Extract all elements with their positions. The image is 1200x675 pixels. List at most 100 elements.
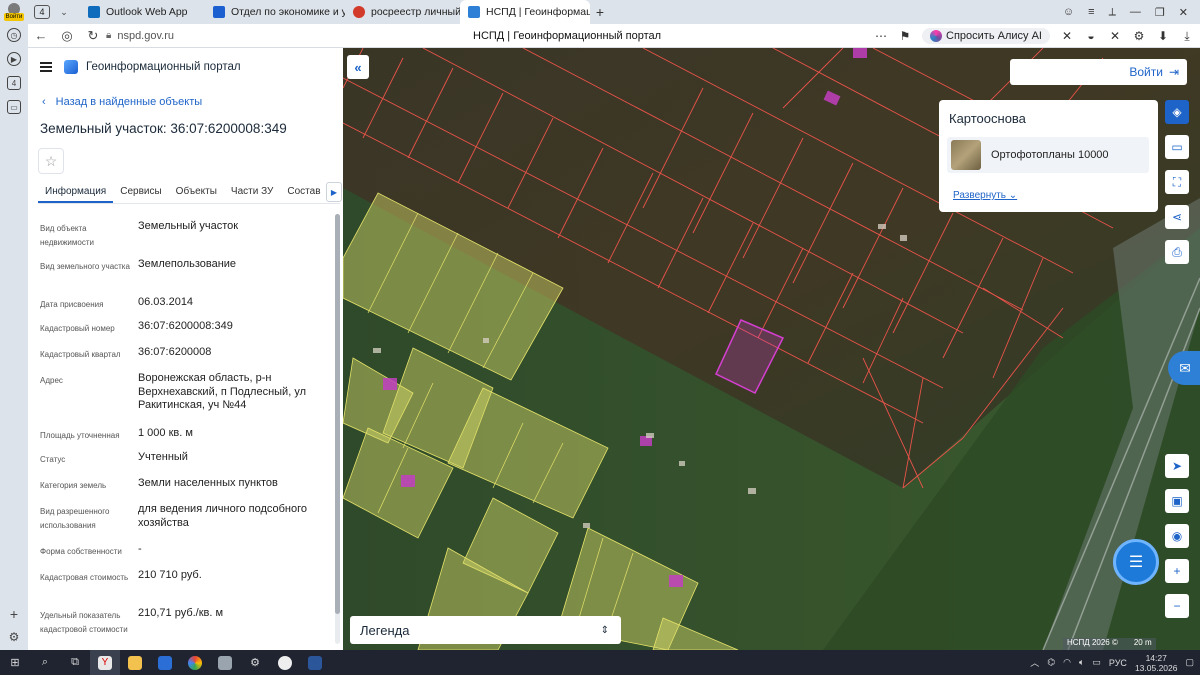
property-label: Дата присвоения bbox=[40, 300, 104, 309]
print-button[interactable]: ⎙ bbox=[1165, 240, 1189, 264]
wifi-icon[interactable]: ◠ bbox=[1063, 657, 1071, 668]
chat-widget-icon[interactable]: ✉ bbox=[1168, 351, 1200, 385]
alice-button[interactable]: Спросить Алису AI bbox=[922, 28, 1050, 44]
pin-icon[interactable]: ⟂ bbox=[1109, 6, 1116, 19]
network-icon[interactable]: ⌬ bbox=[1047, 657, 1055, 668]
portal-logo-icon bbox=[64, 60, 78, 74]
profile-label: Войти bbox=[3, 13, 25, 21]
property-row: Кадастровый квартал 36:07:6200008 bbox=[40, 346, 330, 372]
battery-icon[interactable]: ▭ bbox=[1092, 657, 1101, 668]
browser-tab[interactable]: Отдел по экономике и уп bbox=[205, 0, 345, 24]
geolocation-button[interactable]: ◉ bbox=[1165, 524, 1189, 548]
back-link[interactable]: ‹ Назад в найденные объекты bbox=[42, 96, 202, 108]
word-icon[interactable] bbox=[300, 650, 330, 675]
download-icon[interactable]: ⤓ bbox=[1180, 29, 1194, 43]
layers-tool-button[interactable]: ◈ bbox=[1165, 100, 1189, 124]
settings-icon[interactable]: ⚙ bbox=[9, 630, 20, 644]
extension-icon[interactable]: ◒ bbox=[1084, 29, 1098, 43]
collapse-panel-button[interactable]: « bbox=[347, 55, 369, 79]
chevron-right-icon[interactable]: ▶ bbox=[326, 182, 342, 202]
settings-icon[interactable]: ⚙ bbox=[240, 650, 270, 675]
browser-tab-title: Отдел по экономике и уп bbox=[231, 6, 345, 18]
expand-link[interactable]: Развернуть ⌄ bbox=[953, 190, 1017, 201]
volume-icon[interactable]: 🔈︎ bbox=[1079, 657, 1084, 668]
tab-info[interactable]: Информация bbox=[38, 182, 114, 203]
share-button[interactable]: ⋖ bbox=[1165, 205, 1189, 229]
url-field[interactable]: nspd.gov.ru bbox=[117, 30, 417, 42]
play-icon[interactable]: ▶ bbox=[7, 52, 21, 66]
minimap-button[interactable]: ▣ bbox=[1165, 489, 1189, 513]
panel-scrollbar[interactable] bbox=[335, 214, 340, 644]
more-icon[interactable]: ⋯ bbox=[874, 29, 888, 43]
basemap-option[interactable]: Ортофотопланы 10000 bbox=[947, 137, 1149, 173]
account-icon[interactable]: ☺ bbox=[1063, 6, 1074, 18]
hamburger-menu-icon[interactable] bbox=[40, 62, 52, 72]
property-value: 210,71 руб./кв. м bbox=[138, 607, 224, 619]
lock-icon[interactable]: 🔒︎ bbox=[106, 30, 111, 41]
app-icon[interactable] bbox=[270, 650, 300, 675]
browser-side-strip: ◷ ▶ 4 ▭ + ⚙ bbox=[0, 24, 28, 650]
basemap-thumbnail bbox=[951, 140, 981, 170]
windows-start-icon[interactable]: ⊞ bbox=[0, 650, 30, 675]
tab-parts[interactable]: Части ЗУ bbox=[224, 182, 280, 203]
map-view[interactable]: « Войти ⇥ Картооснова Ортофотопланы 1000… bbox=[343, 48, 1200, 650]
tab-count-badge[interactable]: 4 bbox=[34, 5, 50, 19]
property-row: Адрес Воронежская область, р-н Верхнехав… bbox=[40, 372, 330, 427]
protect-icon[interactable]: ◎ bbox=[54, 28, 80, 44]
property-row: Вид земельного участка Землепользование bbox=[40, 258, 330, 296]
notifications-icon[interactable]: ▢ bbox=[1185, 657, 1194, 668]
language-indicator[interactable]: РУС bbox=[1109, 658, 1127, 668]
locate-button[interactable]: ➤ bbox=[1165, 454, 1189, 478]
yandex-browser-icon[interactable]: Y bbox=[90, 650, 120, 675]
tab-count-side[interactable]: 4 bbox=[7, 76, 21, 90]
bookmark-icon[interactable]: ⚑ bbox=[898, 29, 912, 43]
assistant-chat-button[interactable]: ☰ bbox=[1113, 539, 1159, 585]
clock[interactable]: 14:27 13.05.2026 bbox=[1135, 653, 1178, 673]
minimize-icon[interactable]: — bbox=[1130, 6, 1141, 18]
browser-tab[interactable]: росреестр личный кабин bbox=[345, 0, 460, 24]
chevron-up-icon[interactable]: ︿ bbox=[1030, 656, 1039, 669]
app-icon[interactable] bbox=[210, 650, 240, 675]
task-view-icon[interactable]: ⧉ bbox=[60, 650, 90, 675]
zoom-out-button[interactable]: − bbox=[1165, 594, 1189, 618]
property-label: Удельный показатель кадастровой стоимост… bbox=[40, 611, 128, 634]
property-row: Площадь уточненная 1 000 кв. м bbox=[40, 427, 330, 451]
login-button[interactable]: Войти ⇥ bbox=[1010, 59, 1187, 85]
file-explorer-icon[interactable] bbox=[120, 650, 150, 675]
scrollbar-thumb[interactable] bbox=[335, 214, 340, 614]
collections-icon[interactable]: ▭ bbox=[7, 100, 21, 114]
add-icon[interactable]: + bbox=[10, 606, 18, 622]
tab-services[interactable]: Сервисы bbox=[113, 182, 168, 203]
object-info-panel: Геоинформационный портал ‹ Назад в найде… bbox=[28, 48, 343, 650]
property-row: Дата присвоения 06.03.2014 bbox=[40, 296, 330, 320]
new-tab-button[interactable]: + bbox=[590, 4, 610, 20]
extension-icon[interactable]: ⬇ bbox=[1156, 29, 1170, 43]
area-select-button[interactable]: ⛶ bbox=[1165, 170, 1189, 194]
profile-button[interactable]: Войти bbox=[0, 0, 28, 24]
close-window-icon[interactable]: ✕ bbox=[1179, 6, 1188, 19]
search-icon[interactable]: ⌕ bbox=[30, 650, 60, 675]
info-tabs: Информация Сервисы Объекты Части ЗУ Сост… bbox=[38, 182, 342, 204]
app-icon[interactable] bbox=[150, 650, 180, 675]
back-arrow-icon[interactable]: ← bbox=[28, 28, 54, 43]
chrome-icon[interactable] bbox=[180, 650, 210, 675]
clock-time: 14:27 bbox=[1145, 652, 1167, 663]
browser-tab[interactable]: Outlook Web App bbox=[80, 0, 205, 24]
property-row: Статус Учтенный bbox=[40, 451, 330, 477]
extension-icon[interactable]: ✕ bbox=[1060, 29, 1074, 43]
reload-icon[interactable]: ↻ bbox=[80, 28, 106, 44]
zoom-in-button[interactable]: + bbox=[1165, 559, 1189, 583]
history-icon[interactable]: ◷ bbox=[7, 28, 21, 42]
menu-icon[interactable]: ≡ bbox=[1088, 6, 1094, 18]
alice-icon bbox=[930, 30, 943, 42]
legend-dropdown[interactable]: Легенда ⇕ bbox=[350, 616, 621, 644]
restore-icon[interactable]: ❐ bbox=[1155, 6, 1165, 19]
tab-objects[interactable]: Объекты bbox=[169, 182, 224, 203]
browser-tab-active[interactable]: НСПД | Геоинформаци ✕ bbox=[460, 0, 590, 24]
chevron-down-icon[interactable]: ⌄ bbox=[56, 7, 72, 18]
extension-icon[interactable]: ✕ bbox=[1108, 29, 1122, 43]
ruler-tool-button[interactable]: ▭ bbox=[1165, 135, 1189, 159]
tab-composition[interactable]: Состав bbox=[280, 182, 327, 203]
favorite-star-icon[interactable]: ☆ bbox=[38, 148, 64, 174]
extension-icon[interactable]: ⚙ bbox=[1132, 29, 1146, 43]
